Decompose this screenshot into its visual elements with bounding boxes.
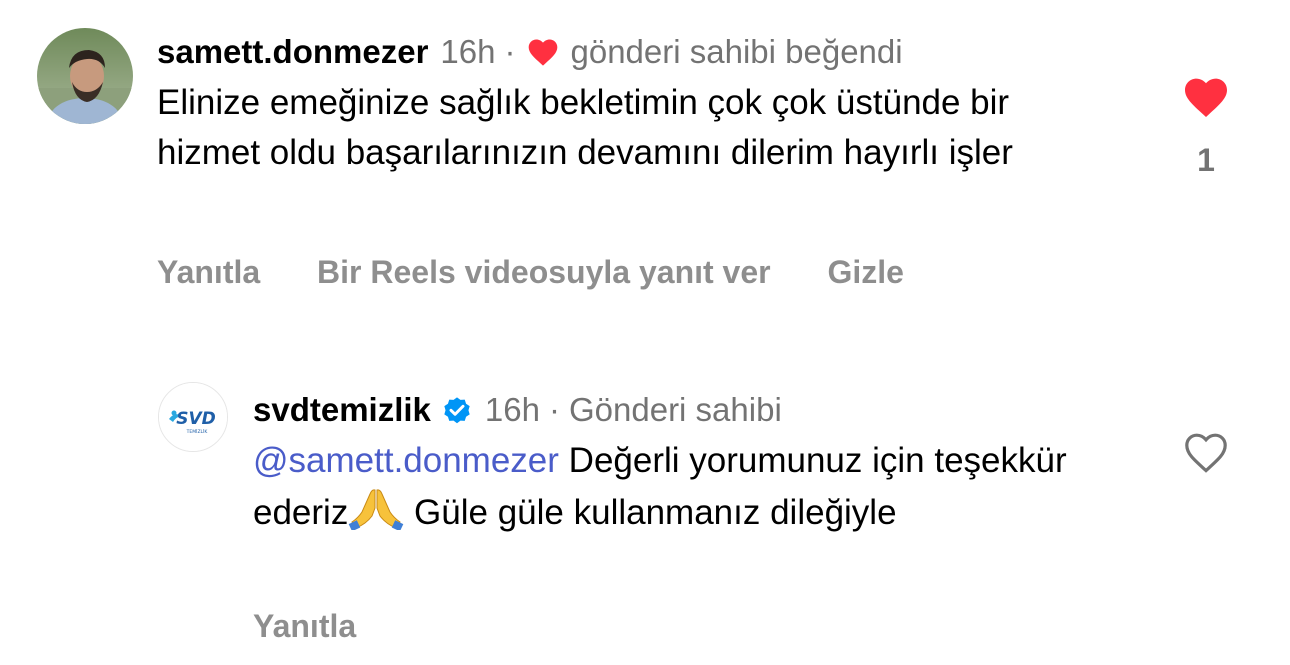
- reply-text-part2: Güle güle kullanmanız dileğiyle: [404, 493, 897, 532]
- heart-filled-icon[interactable]: [1181, 75, 1231, 119]
- user-photo-icon: [37, 28, 133, 124]
- reply-button[interactable]: Yanıtla: [253, 608, 356, 644]
- like-count[interactable]: 1: [1180, 142, 1232, 179]
- avatar[interactable]: [37, 28, 133, 124]
- praying-hands-icon: [348, 486, 404, 532]
- separator: ·: [504, 33, 516, 70]
- heart-outline-icon[interactable]: [1181, 430, 1231, 474]
- like-control: 1: [1180, 75, 1232, 179]
- hide-button[interactable]: Gizle: [827, 254, 903, 290]
- reply-button[interactable]: Yanıtla: [157, 254, 260, 290]
- timestamp: 16h: [440, 33, 496, 70]
- comment-actions: Yanıtla Bir Reels videosuyla yanıt ver G…: [157, 254, 952, 291]
- username[interactable]: svdtemizlik: [253, 388, 431, 432]
- comment-body: samett.donmezer 16h · gönderi sahibi beğ…: [157, 30, 1117, 178]
- owner-label: Gönderi sahibi: [568, 391, 782, 428]
- comment-item: samett.donmezer 16h · gönderi sahibi beğ…: [0, 0, 1290, 330]
- username[interactable]: samett.donmezer: [157, 30, 428, 74]
- comment-meta: svdtemizlik 16h · Gönderi sahibi: [253, 388, 1133, 432]
- mention-link[interactable]: @samett.donmezer: [253, 441, 559, 480]
- heart-icon: [529, 39, 558, 66]
- logo-subtext: TEMİZLİK: [186, 428, 209, 435]
- reply-item: SVD TEMİZLİK svdtemizlik 16h · Gönderi s…: [0, 370, 1290, 665]
- svd-logo-icon: SVD TEMİZLİK: [159, 383, 227, 451]
- comment-text: Elinize emeğinize sağlık bekletimin çok …: [157, 83, 1013, 172]
- timestamp: 16h: [484, 391, 540, 428]
- reels-reply-button[interactable]: Bir Reels videosuyla yanıt ver: [317, 254, 771, 290]
- comment-meta: samett.donmezer 16h · gönderi sahibi beğ…: [157, 30, 1117, 74]
- like-control: [1180, 430, 1232, 479]
- liked-by-owner-label: gönderi sahibi beğendi: [570, 33, 903, 70]
- avatar[interactable]: SVD TEMİZLİK: [158, 382, 228, 452]
- verified-badge-icon: [444, 397, 470, 424]
- comment-body: svdtemizlik 16h · Gönderi sahibi @samett…: [253, 388, 1133, 538]
- separator: ·: [548, 391, 560, 428]
- comment-text: @samett.donmezer Değerli yorumunuz için …: [253, 436, 1133, 538]
- logo-text: SVD: [176, 409, 216, 429]
- comment-actions: Yanıtla: [253, 608, 404, 645]
